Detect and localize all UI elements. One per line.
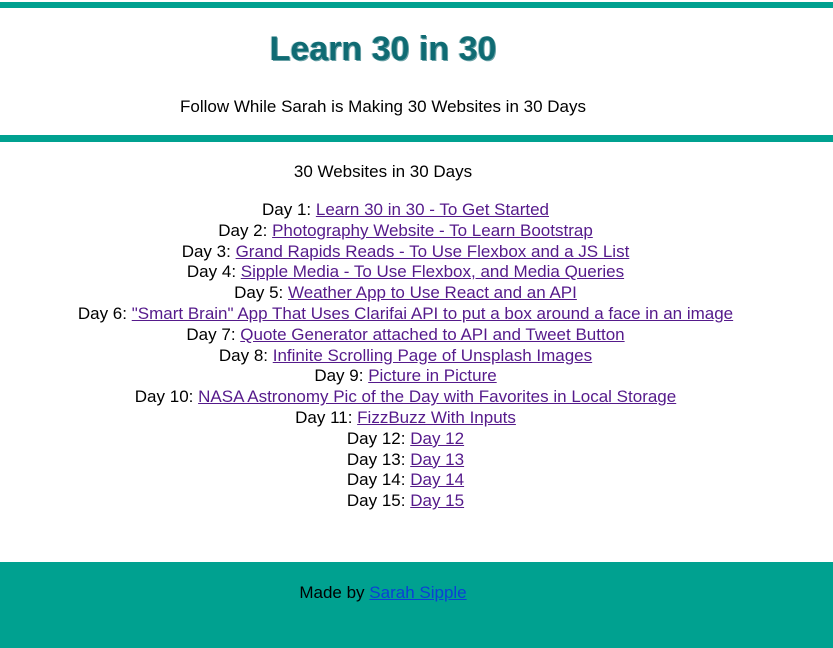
day-label: Day 9 — [314, 366, 359, 386]
day-6-link[interactable]: "Smart Brain" App That Uses Clarifai API… — [132, 304, 733, 323]
day-3-link[interactable]: Grand Rapids Reads - To Use Flexbox and … — [236, 242, 630, 261]
day-1-link[interactable]: Learn 30 in 30 - To Get Started — [316, 200, 549, 219]
site-title: Learn 30 in 30 — [269, 30, 497, 68]
list-item-day-6: Day 6: "Smart Brain" App That Uses Clari… — [77, 303, 734, 323]
list-item-day-3: Day 3: Grand Rapids Reads - To Use Flexb… — [181, 241, 630, 261]
day-label: Day 11 — [295, 407, 348, 427]
author-link[interactable]: Sarah Sipple — [369, 583, 466, 602]
list-item-day-4: Day 4: Sipple Media - To Use Flexbox, an… — [186, 262, 625, 282]
day-label: Day 7 — [186, 324, 231, 344]
section-heading: 30 Websites in 30 Days — [293, 162, 473, 181]
top-accent-bar — [0, 2, 833, 8]
list-item-day-11: Day 11: FizzBuzz With Inputs — [295, 407, 516, 427]
header-divider-bar — [0, 135, 833, 142]
day-label: Day 5 — [234, 283, 279, 303]
list-item-day-12: Day 12: Day 12 — [346, 428, 465, 448]
day-8-link[interactable]: Infinite Scrolling Page of Unsplash Imag… — [273, 346, 592, 365]
day-list: Day 1: Learn 30 in 30 - To Get Started D… — [0, 200, 811, 512]
day-label: Day 14 — [346, 470, 401, 490]
day-2-link[interactable]: Photography Website - To Learn Bootstrap — [272, 221, 593, 240]
list-item-day-1: Day 1: Learn 30 in 30 - To Get Started — [262, 200, 549, 219]
day-5-link[interactable]: Weather App to Use React and an API — [288, 283, 577, 302]
day-10-link[interactable]: NASA Astronomy Pic of the Day with Favor… — [198, 387, 676, 406]
day-label: Day 13 — [346, 449, 401, 469]
list-item-day-10: Day 10: NASA Astronomy Pic of the Day wi… — [134, 387, 677, 407]
list-item-day-7: Day 7: Quote Generator attached to API a… — [186, 324, 625, 344]
day-11-link[interactable]: FizzBuzz With Inputs — [357, 408, 516, 427]
list-item-day-8: Day 8: Infinite Scrolling Page of Unspla… — [218, 345, 593, 365]
list-item-day-9: Day 9: Picture in Picture — [314, 366, 497, 386]
site-subtitle: Follow While Sarah is Making 30 Websites… — [180, 97, 586, 116]
footer: Made by Sarah Sipple — [0, 562, 833, 648]
day-label: Day 12 — [346, 428, 401, 448]
list-item-day-5: Day 5: Weather App to Use React and an A… — [234, 283, 577, 303]
day-label: Day 10 — [134, 387, 189, 407]
day-label: Day 4 — [186, 262, 232, 282]
footer-credit: Made by Sarah Sipple — [0, 583, 766, 603]
day-14-link[interactable]: Day 14 — [410, 470, 464, 489]
day-12-link[interactable]: Day 12 — [410, 429, 464, 448]
day-label: Day 1 — [262, 200, 307, 219]
day-label: Day 2 — [218, 220, 263, 240]
day-9-link[interactable]: Picture in Picture — [368, 366, 497, 385]
day-15-link[interactable]: Day 15 — [410, 491, 464, 510]
day-7-link[interactable]: Quote Generator attached to API and Twee… — [240, 325, 624, 344]
list-item-day-13: Day 13: Day 13 — [346, 449, 465, 469]
day-label: Day 6 — [77, 303, 123, 323]
list-item-day-15: Day 15: Day 15 — [346, 491, 465, 511]
list-item-day-2: Day 2: Photography Website - To Learn Bo… — [218, 220, 593, 240]
made-by-text: Made by — [299, 583, 365, 602]
list-item-day-14: Day 14: Day 14 — [346, 470, 465, 490]
day-13-link[interactable]: Day 13 — [410, 450, 464, 469]
page: Learn 30 in 30 Follow While Sarah is Mak… — [0, 0, 833, 648]
day-label: Day 15 — [346, 491, 401, 511]
day-label: Day 3 — [181, 241, 227, 261]
day-label: Day 8 — [218, 345, 264, 365]
day-4-link[interactable]: Sipple Media - To Use Flexbox, and Media… — [241, 262, 624, 281]
